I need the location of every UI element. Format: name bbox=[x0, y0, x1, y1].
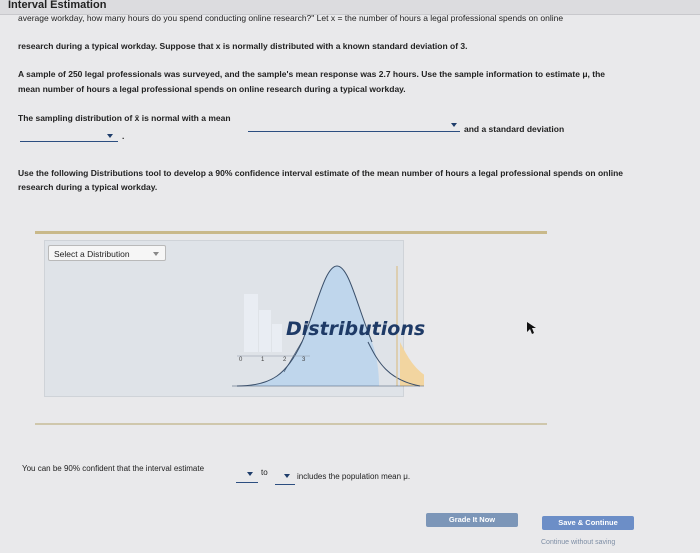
select-distribution-label: Select a Distribution bbox=[54, 249, 130, 259]
confidence-to: to bbox=[261, 468, 268, 477]
distributions-label: Distributions bbox=[286, 318, 426, 340]
continue-without-saving-link[interactable]: Continue without saving bbox=[541, 539, 615, 546]
axis-tick-label: 3 bbox=[302, 357, 306, 363]
mean-dropdown[interactable] bbox=[248, 118, 460, 132]
confidence-prefix: You can be 90% confident that the interv… bbox=[22, 464, 205, 473]
grade-it-now-button[interactable]: Grade It Now bbox=[426, 513, 518, 527]
axis-tick-labels: 0 1 2 3 bbox=[238, 357, 318, 367]
mouse-cursor-icon bbox=[527, 322, 536, 334]
lower-bound-dropdown[interactable] bbox=[236, 469, 258, 483]
dropdown-arrow-icon bbox=[247, 472, 253, 476]
divider bbox=[35, 231, 547, 234]
std-dev-dropdown[interactable] bbox=[20, 129, 118, 142]
question-line-3: A sample of 250 legal professionals was … bbox=[18, 69, 605, 79]
dropdown-arrow-icon bbox=[107, 134, 113, 138]
tool-instruction-line-2: research during a typical workday. bbox=[18, 182, 158, 192]
sampling-mid: and a standard deviation bbox=[464, 124, 565, 134]
select-distribution-dropdown[interactable]: Select a Distribution bbox=[48, 245, 166, 261]
axis-tick-label: 2 bbox=[283, 357, 287, 363]
sampling-suffix: . bbox=[122, 131, 125, 141]
question-line-1: average workday, how many hours do you s… bbox=[18, 13, 564, 23]
window-title: Interval Estimation bbox=[8, 0, 107, 11]
question-line-2: research during a typical workday. Suppo… bbox=[18, 41, 468, 51]
dropdown-arrow-icon bbox=[284, 474, 290, 478]
tool-instruction-line-1: Use the following Distributions tool to … bbox=[18, 168, 624, 178]
axis-tick-label: 0 bbox=[239, 357, 243, 363]
sampling-prefix: The sampling distribution of x̄ is norma… bbox=[18, 113, 231, 123]
save-continue-button[interactable]: Save & Continue bbox=[542, 516, 634, 530]
chevron-down-icon bbox=[153, 252, 159, 256]
axis-tick-label: 1 bbox=[261, 357, 265, 363]
divider bbox=[35, 423, 547, 425]
dropdown-arrow-icon bbox=[451, 123, 457, 127]
question-line-4: mean number of hours a legal professiona… bbox=[18, 84, 406, 94]
confidence-suffix: includes the population mean μ. bbox=[297, 472, 411, 481]
upper-bound-dropdown[interactable] bbox=[275, 471, 295, 485]
